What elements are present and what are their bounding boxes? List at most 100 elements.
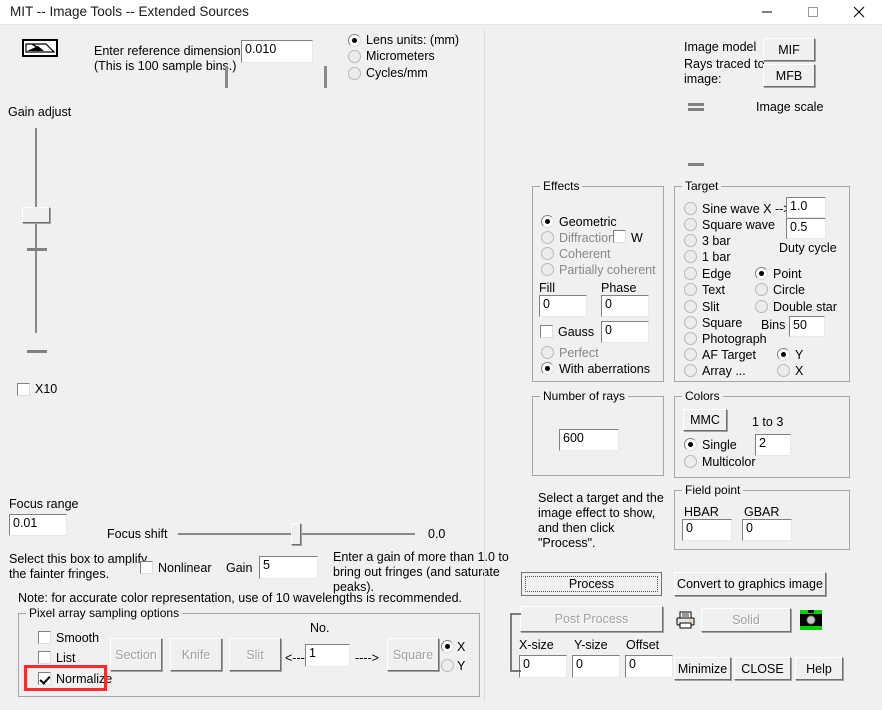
radio-af-target[interactable]	[684, 348, 697, 361]
radio-single-color[interactable]	[684, 438, 697, 451]
radio-micrometers[interactable]	[348, 50, 361, 63]
radio-partially-coherent[interactable]	[541, 263, 554, 276]
solid-label: Solid	[732, 613, 760, 627]
radio-sine-wave[interactable]	[684, 202, 697, 215]
gain-adjust-slider-track[interactable]	[35, 128, 37, 333]
xsize-input[interactable]: 0	[519, 655, 567, 678]
lens-prism-icon-button[interactable]	[22, 39, 58, 57]
no-input[interactable]: 1	[305, 644, 350, 667]
mif-button[interactable]: MIF	[763, 38, 815, 61]
focus-shift-value: 0.0	[428, 527, 446, 541]
gauss-input[interactable]: 0	[601, 321, 649, 343]
radio-cycles-per-mm[interactable]	[348, 67, 361, 80]
radio-axis-y[interactable]	[777, 348, 790, 361]
gauss-checkbox[interactable]	[540, 325, 553, 338]
minimize-action-button[interactable]: Minimize	[674, 657, 731, 680]
focus-range-input[interactable]: 0.01	[9, 514, 67, 536]
maximize-icon	[808, 7, 818, 17]
gbar-input[interactable]: 0	[742, 519, 792, 541]
radio-square-wave[interactable]	[684, 218, 697, 231]
radio-circle[interactable]	[755, 283, 768, 296]
mmc-button[interactable]: MMC	[683, 409, 727, 431]
ref-dimension-input[interactable]: 0.010	[241, 40, 313, 63]
gain-note-line-2: bring out fringes (and saturate	[333, 565, 500, 579]
ysize-input[interactable]: 0	[572, 655, 620, 678]
radio-photograph[interactable]	[684, 332, 697, 345]
radio-geometric[interactable]	[541, 215, 554, 228]
image-scale-slider-tick-a	[688, 103, 704, 106]
slit-button[interactable]: Slit	[229, 638, 281, 671]
radio-multicolor[interactable]	[684, 455, 697, 468]
radio-lens-units[interactable]	[348, 34, 361, 47]
label-array: Array ...	[702, 364, 746, 378]
mfb-button[interactable]: MFB	[763, 64, 815, 87]
mmc-label: MMC	[690, 413, 720, 427]
radio-point[interactable]	[755, 267, 768, 280]
gain-adjust-slider-thumb[interactable]	[22, 207, 50, 223]
help-button[interactable]: Help	[795, 657, 843, 680]
square-sample-button[interactable]: Square	[387, 638, 439, 671]
square-wave-input[interactable]: 0.5	[786, 218, 826, 239]
gain-label: Gain	[226, 561, 253, 575]
camera-icon[interactable]	[800, 609, 822, 631]
radio-sample-axis-y[interactable]	[441, 659, 454, 672]
sine-wave-input[interactable]: 1.0	[786, 197, 826, 218]
duty-cycle-label: Duty cycle	[779, 241, 837, 255]
radio-with-aberrations[interactable]	[541, 362, 554, 375]
radio-slit[interactable]	[684, 300, 697, 313]
label-diffraction: Diffraction	[559, 231, 616, 245]
help-label: Help	[806, 661, 832, 676]
radio-axis-x[interactable]	[777, 364, 790, 377]
post-process-button[interactable]: Post Process	[520, 606, 663, 632]
label-circle: Circle	[773, 283, 805, 297]
radio-diffraction[interactable]	[541, 231, 554, 244]
focus-shift-slider-thumb[interactable]	[291, 523, 301, 545]
process-button[interactable]: Process	[521, 572, 662, 596]
colors-legend: Colors	[682, 389, 723, 403]
window-title: MIT -- Image Tools -- Extended Sources	[10, 4, 249, 19]
radio-square[interactable]	[684, 316, 697, 329]
number-of-rays-input[interactable]: 600	[559, 429, 619, 451]
fill-input[interactable]: 0	[539, 295, 587, 317]
hint-line-1: Select a target and the	[538, 491, 664, 505]
solid-button[interactable]: Solid	[701, 608, 791, 632]
label-text: Text	[702, 283, 725, 297]
gain-input[interactable]: 5	[259, 556, 318, 579]
section-button[interactable]: Section	[110, 638, 162, 671]
target-legend: Target	[682, 179, 722, 193]
convert-to-graphics-button[interactable]: Convert to graphics image	[674, 572, 826, 596]
label-point: Point	[773, 267, 802, 281]
label-with-aberrations: With aberrations	[559, 362, 651, 376]
bins-input[interactable]: 50	[789, 316, 825, 337]
radio-text[interactable]	[684, 283, 697, 296]
knife-button[interactable]: Knife	[170, 638, 222, 671]
smooth-checkbox[interactable]	[38, 631, 51, 644]
rays-traced-label-2: image:	[684, 72, 722, 86]
x10-checkbox[interactable]	[17, 383, 30, 396]
maximize-button[interactable]	[790, 0, 836, 24]
radio-double-star[interactable]	[755, 300, 768, 313]
effects-legend: Effects	[540, 179, 583, 193]
gbar-label: GBAR	[744, 505, 780, 519]
radio-1-bar[interactable]	[684, 250, 697, 263]
radio-perfect[interactable]	[541, 346, 554, 359]
offset-input[interactable]: 0	[625, 655, 673, 678]
minimize-button[interactable]	[744, 0, 790, 24]
radio-edge[interactable]	[684, 267, 697, 280]
label-edge: Edge	[702, 267, 732, 281]
radio-coherent[interactable]	[541, 247, 554, 260]
radio-sample-axis-x[interactable]	[441, 640, 454, 653]
close-action-button[interactable]: CLOSE	[734, 657, 791, 680]
close-button[interactable]	[836, 0, 882, 24]
radio-3-bar[interactable]	[684, 234, 697, 247]
phase-input[interactable]: 0	[601, 295, 649, 317]
list-checkbox[interactable]	[38, 651, 51, 664]
printer-icon[interactable]	[676, 610, 696, 630]
nonlinear-checkbox[interactable]	[140, 561, 153, 574]
hbar-input[interactable]: 0	[682, 519, 732, 541]
gauss-label: Gauss	[558, 325, 595, 339]
list-label: List	[56, 651, 76, 665]
radio-array[interactable]	[684, 364, 697, 377]
color-range-input[interactable]: 2	[755, 434, 791, 456]
w-checkbox[interactable]	[613, 230, 626, 243]
